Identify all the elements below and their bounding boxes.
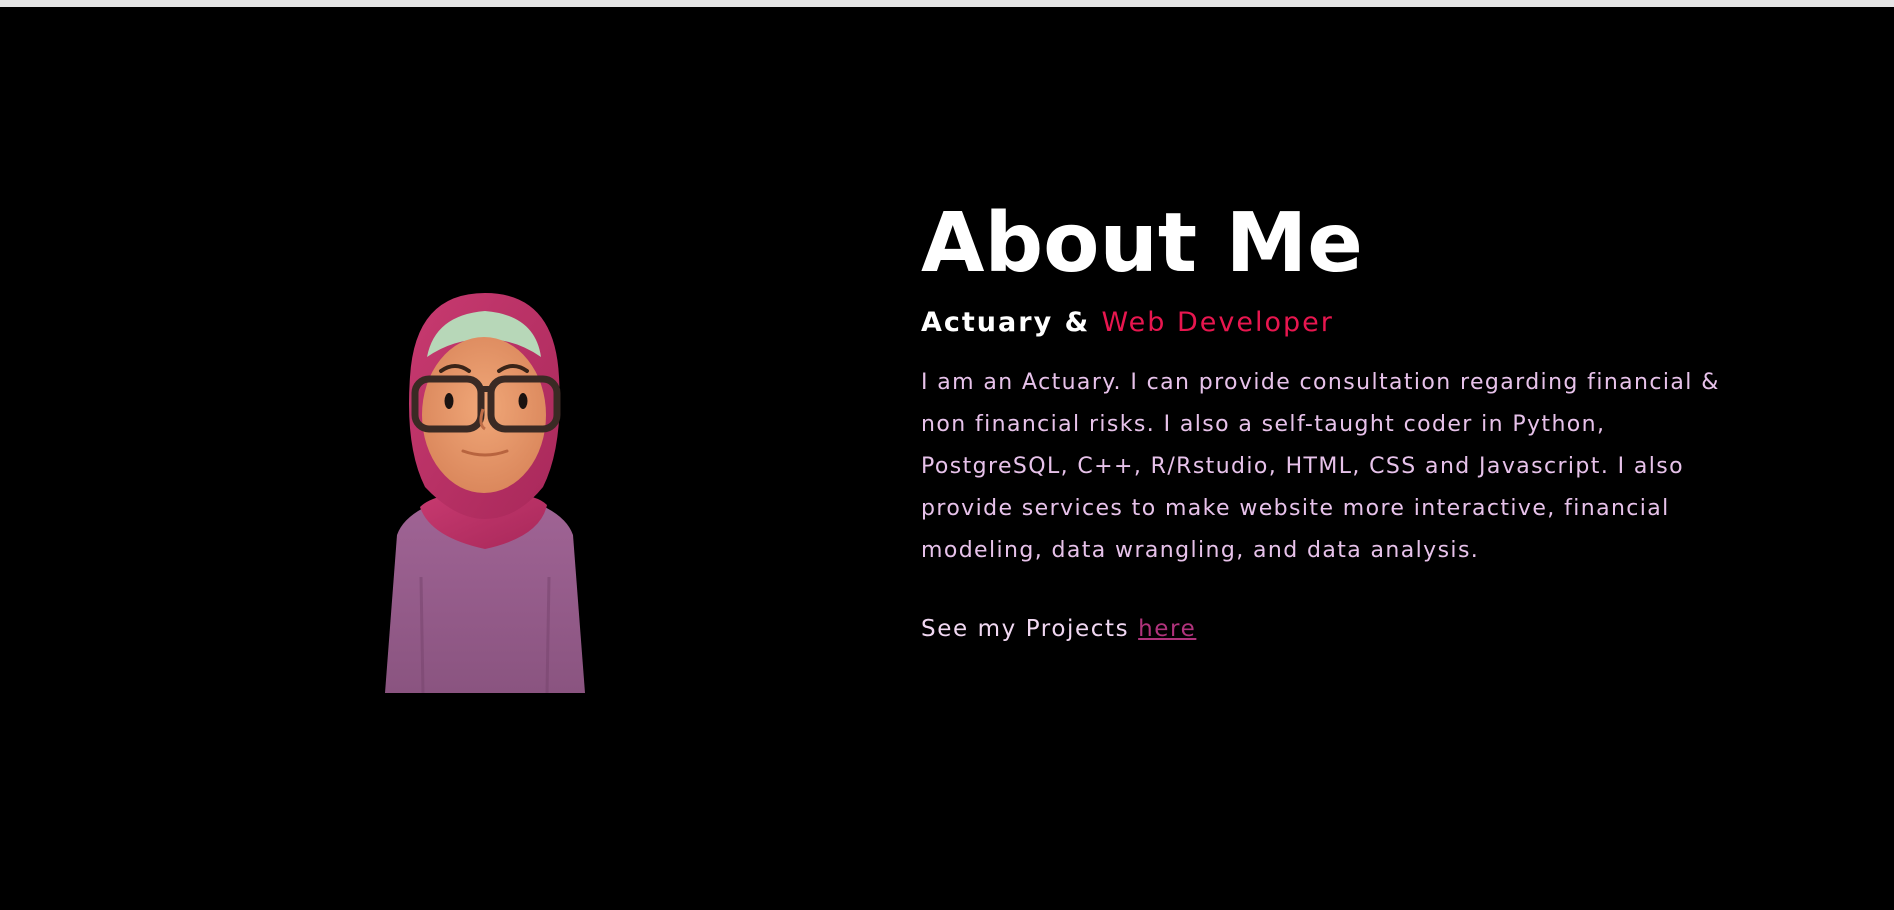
role-subtitle: Actuary & Web Developer	[921, 307, 1751, 338]
avatar-illustration	[385, 293, 585, 693]
browser-top-strip	[0, 0, 1894, 7]
projects-link[interactable]: here	[1138, 616, 1196, 642]
projects-prefix: See my Projects	[921, 616, 1139, 642]
projects-line: See my Projects here	[921, 616, 1751, 642]
role-lead: Actuary &	[921, 307, 1102, 338]
about-section: About Me Actuary & Web Developer I am an…	[0, 7, 1894, 910]
role-accent: Web Developer	[1101, 307, 1334, 338]
about-description: I am an Actuary. I can provide consultat…	[921, 370, 1720, 563]
page-title: About Me	[921, 196, 1363, 291]
about-content: About Me Actuary & Web Developer I am an…	[921, 196, 1751, 643]
